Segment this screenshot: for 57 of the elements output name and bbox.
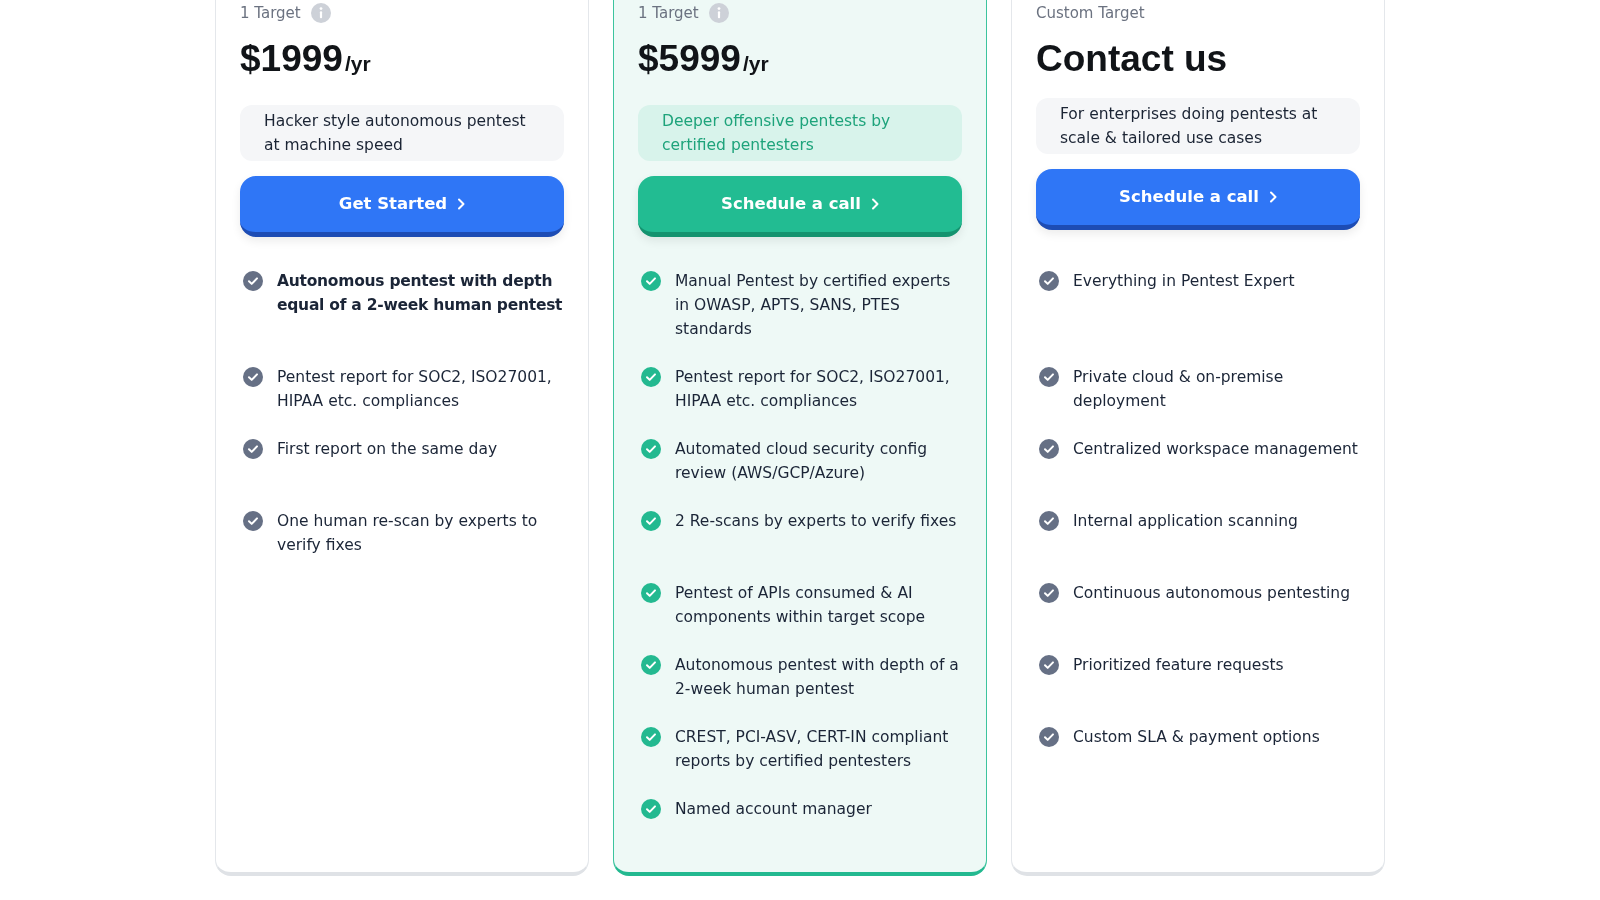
feature-text: Pentest of APIs consumed & AI components within target scope [675, 583, 927, 628]
feature-text: Pentest report for SOC2, ISO27001, HIPAA etc. compliances [277, 367, 553, 412]
feature-text: Centralized workspace management [1073, 439, 1358, 460]
check-circle-icon [1039, 271, 1059, 291]
plan-title: Contact us [1036, 41, 1229, 77]
info-icon[interactable] [310, 3, 331, 23]
plan-description: Hacker style autonomous pentest at machine speed [240, 105, 564, 161]
feature-text: CREST, PCI-ASV, CERT-IN compliant reports by certified pentesters [675, 727, 950, 772]
check-circle-icon [243, 367, 263, 387]
feature-text: Continuous autonomous pentesting [1073, 583, 1350, 604]
price-period: /yr [742, 51, 769, 77]
chevron-right-icon [870, 198, 879, 210]
check-circle-icon [641, 511, 661, 531]
feature-text: 2 Re-scans by experts to verify fixes [675, 511, 957, 532]
check-circle-icon [641, 271, 661, 291]
feature-text: Autonomous pentest with depth of a 2-week human pentest [675, 655, 960, 700]
cta-button[interactable]: Schedule a call [1036, 169, 1360, 230]
feature-text: Custom SLA & payment options [1073, 727, 1320, 748]
feature-text: First report on the same day [277, 439, 498, 460]
check-circle-icon [641, 655, 661, 675]
cta-button[interactable]: Schedule a call [638, 176, 962, 237]
check-circle-icon [1039, 583, 1059, 603]
target-label: 1 Target [240, 3, 301, 24]
price-amount: $1999 [240, 37, 343, 81]
target-label: Custom Target [1036, 3, 1145, 24]
price-amount: $5999 [638, 37, 741, 81]
plan-description: For enterprises doing pentests at scale & tailored use cases [1036, 98, 1360, 154]
check-circle-icon [641, 583, 661, 603]
check-circle-icon [243, 271, 263, 291]
chevron-right-icon [1268, 191, 1277, 203]
feature-text: Autonomous pentest with depth equal of a 2-week human pentest [277, 271, 564, 316]
feature-text: Prioritized feature requests [1073, 655, 1284, 676]
check-circle-icon [641, 367, 661, 387]
feature-text: Private cloud & on-premise deployment [1073, 367, 1285, 412]
check-circle-icon [1039, 367, 1059, 387]
chevron-right-icon [457, 198, 466, 210]
check-circle-icon [1039, 727, 1059, 747]
feature-text: Everything in Pentest Expert [1073, 271, 1295, 292]
check-circle-icon [641, 799, 661, 819]
check-circle-icon [1039, 439, 1059, 459]
feature-text: One human re-scan by experts to verify fixes [277, 511, 539, 556]
check-circle-icon [1039, 655, 1059, 675]
target-label: 1 Target [638, 3, 699, 24]
feature-text: Manual Pentest by certified experts in OWASP, APTS, SANS, PTES standards [675, 271, 952, 340]
feature-text: Automated cloud security config review (AWS/GCP/Azure) [675, 439, 929, 484]
info-icon[interactable] [708, 3, 729, 23]
plan-description: Deeper offensive pentests by certified pentesters [638, 105, 962, 161]
price-period: /yr [344, 51, 371, 77]
cta-button[interactable]: Get Started [240, 176, 564, 237]
check-circle-icon [243, 439, 263, 459]
feature-text: Named account manager [675, 799, 872, 820]
check-circle-icon [243, 511, 263, 531]
check-circle-icon [641, 727, 661, 747]
check-circle-icon [641, 439, 661, 459]
check-circle-icon [1039, 511, 1059, 531]
feature-text: Pentest report for SOC2, ISO27001, HIPAA etc. compliances [675, 367, 951, 412]
feature-text: Internal application scanning [1073, 511, 1298, 532]
